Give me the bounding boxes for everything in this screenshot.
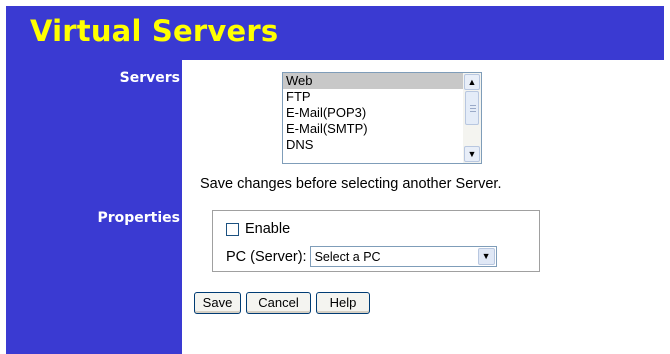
properties-box: Enable PC (Server): Select a PC ▼ — [212, 210, 540, 272]
pc-row: PC (Server): Select a PC ▼ — [226, 246, 497, 267]
button-row: Save Cancel Help — [194, 292, 370, 314]
pc-select-value: Select a PC — [314, 250, 381, 264]
scroll-thumb[interactable] — [465, 91, 479, 125]
enable-checkbox[interactable] — [226, 222, 239, 236]
scroll-down-arrow-icon[interactable]: ▼ — [464, 146, 480, 162]
servers-list: Web FTP E-Mail(POP3) E-Mail(SMTP) DNS — [283, 73, 463, 153]
servers-label: Servers — [119, 70, 180, 86]
enable-row: Enable — [226, 221, 290, 237]
scroll-up-arrow-icon[interactable]: ▲ — [464, 74, 480, 90]
server-item-ftp[interactable]: FTP — [283, 89, 463, 105]
pc-select[interactable]: Select a PC ▼ — [309, 246, 497, 267]
page-title: Virtual Servers — [30, 14, 279, 48]
grip-line — [470, 105, 476, 106]
servers-scrollbar[interactable]: ▲ ▼ — [463, 73, 481, 163]
pc-server-label: PC (Server): — [226, 248, 307, 265]
server-item-web[interactable]: Web — [283, 73, 463, 89]
server-item-smtp[interactable]: E-Mail(SMTP) — [283, 121, 463, 137]
grip-line — [470, 108, 476, 109]
enable-label: Enable — [245, 221, 291, 237]
servers-listbox[interactable]: Web FTP E-Mail(POP3) E-Mail(SMTP) DNS ▲ … — [282, 72, 482, 164]
label-column: Servers Properties — [6, 60, 182, 354]
help-button[interactable]: Help — [316, 292, 370, 314]
title-bar: Virtual Servers — [6, 6, 664, 60]
server-item-dns[interactable]: DNS — [283, 137, 463, 153]
save-note: Save changes before selecting another Se… — [200, 176, 502, 192]
chevron-down-icon[interactable]: ▼ — [477, 248, 495, 265]
grip-line — [470, 111, 476, 112]
cancel-button[interactable]: Cancel — [246, 292, 311, 314]
save-button[interactable]: Save — [194, 292, 241, 314]
server-item-pop3[interactable]: E-Mail(POP3) — [283, 105, 463, 121]
properties-label: Properties — [97, 210, 180, 226]
